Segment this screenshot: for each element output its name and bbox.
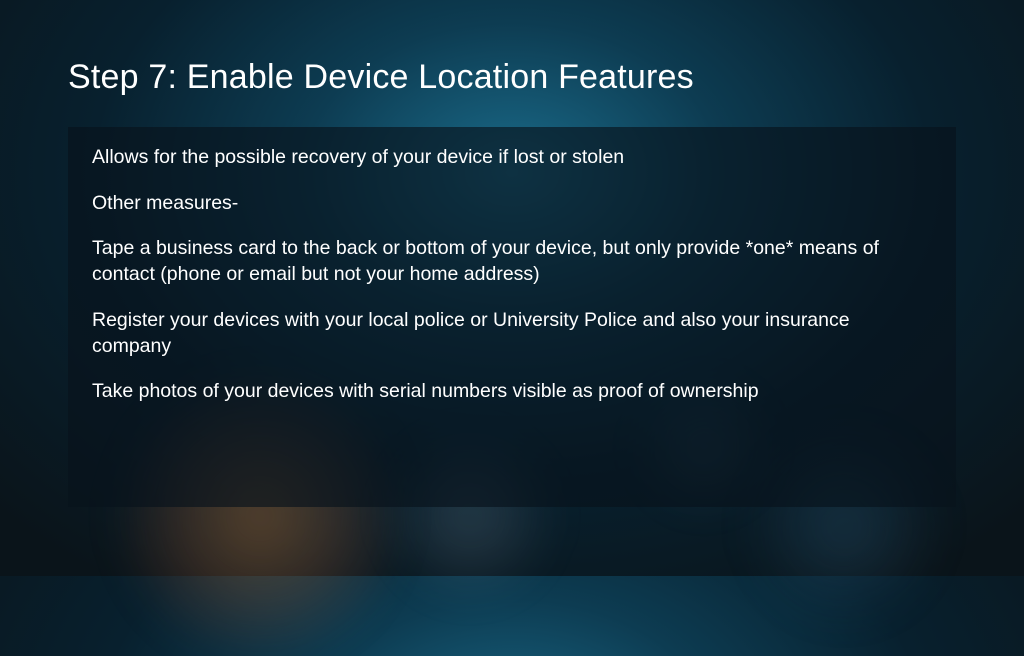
paragraph: Allows for the possible recovery of your…: [92, 145, 932, 171]
slide-title: Step 7: Enable Device Location Features: [68, 58, 956, 97]
paragraph: Take photos of your devices with serial …: [92, 379, 932, 405]
paragraph: Register your devices with your local po…: [92, 308, 932, 359]
content-box: Allows for the possible recovery of your…: [68, 127, 956, 507]
slide-container: Step 7: Enable Device Location Features …: [0, 0, 1024, 576]
paragraph: Other measures-: [92, 191, 932, 217]
paragraph: Tape a business card to the back or bott…: [92, 236, 932, 287]
